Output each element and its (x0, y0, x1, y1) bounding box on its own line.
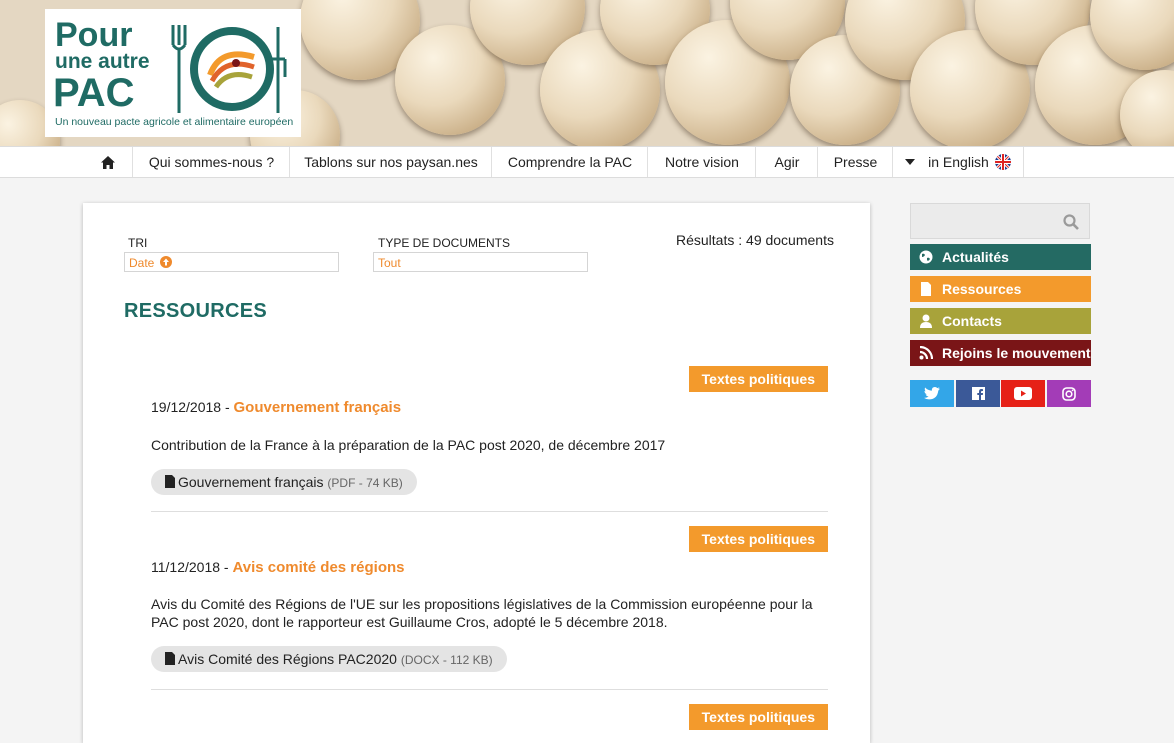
language-switch[interactable]: in English (892, 147, 1024, 177)
youtube-icon (1014, 387, 1032, 400)
file-download-pill[interactable]: Gouvernement français (PDF - 74 KB) (151, 469, 417, 495)
sort-label: TRI (128, 236, 148, 250)
site-logo[interactable]: Pour une autre PAC Un nouveau pacte agri… (45, 9, 301, 137)
category-badge[interactable]: Textes politiques (688, 366, 828, 392)
user-icon (920, 314, 932, 328)
file-name: Gouvernement français (178, 474, 324, 490)
resource-date: 11/12/2018 - (151, 559, 233, 575)
document-type-label: TYPE DE DOCUMENTS (378, 236, 511, 250)
document-type-select[interactable]: Tout (373, 252, 588, 272)
sidebar-button-label: Ressources (942, 281, 1022, 297)
youtube-link[interactable] (1001, 380, 1045, 407)
nav-item-agir[interactable]: Agir (755, 147, 818, 177)
nav-item-comprendre-la-pac[interactable]: Comprendre la PAC (491, 147, 648, 177)
sidebar-button-contacts[interactable]: Contacts (910, 308, 1091, 334)
header-banner: Pour une autre PAC Un nouveau pacte agri… (0, 0, 1174, 146)
resource-title-line: 19/12/2018 - Gouvernement français (151, 399, 401, 416)
rss-icon (919, 346, 933, 360)
nav-home[interactable] (83, 147, 132, 177)
file-name: Avis Comité des Régions PAC2020 (178, 651, 397, 667)
arrow-up-circle-icon (159, 256, 172, 268)
resource-description: Avis du Comité des Régions de l'UE sur l… (151, 596, 813, 630)
divider (151, 511, 828, 512)
nav-item-qui-sommes-nous[interactable]: Qui sommes-nous ? (132, 147, 290, 177)
divider (151, 689, 828, 690)
twitter-icon (924, 387, 940, 400)
home-icon (100, 155, 115, 169)
caret-down-icon (905, 159, 916, 165)
resources-panel: TRI Date TYPE DE DOCUMENTS Tout Résultat… (83, 203, 870, 743)
twitter-link[interactable] (910, 380, 954, 407)
main-nav: Qui sommes-nous ? Tablons sur nos paysan… (0, 146, 1174, 178)
search-icon[interactable] (1063, 214, 1079, 230)
sidebar-button-label: Contacts (942, 313, 1002, 329)
language-label: in English (928, 154, 989, 170)
sidebar-button-label: Rejoins le mouvement (942, 345, 1091, 361)
logo-text-pour: Pour (55, 16, 133, 54)
uk-flag-icon (994, 154, 1011, 170)
category-badge[interactable]: Textes politiques (688, 526, 828, 552)
facebook-icon (971, 387, 985, 400)
nav-item-notre-vision[interactable]: Notre vision (647, 147, 756, 177)
file-icon (165, 652, 175, 665)
sidebar-button-ressources[interactable]: Ressources (910, 276, 1091, 302)
resource-title-link[interactable]: Gouvernement français (234, 399, 402, 416)
file-meta: (PDF - 74 KB) (327, 476, 403, 490)
results-count: Résultats : 49 documents (676, 232, 834, 248)
file-download-pill[interactable]: Avis Comité des Régions PAC2020 (DOCX - … (151, 646, 507, 672)
file-icon (921, 282, 931, 296)
sidebar-button-rejoins[interactable]: Rejoins le mouvement (910, 340, 1091, 366)
nav-item-presse[interactable]: Presse (817, 147, 893, 177)
instagram-icon (1062, 386, 1076, 401)
nav-item-tablons[interactable]: Tablons sur nos paysan.nes (289, 147, 492, 177)
search-input[interactable] (910, 203, 1090, 239)
sort-value: Date (129, 256, 155, 270)
facebook-link[interactable] (956, 380, 1000, 407)
sidebar-button-actualites[interactable]: Actualités (910, 244, 1091, 270)
file-icon (165, 475, 175, 488)
logo-plate-icon (171, 25, 287, 113)
logo-tagline: Un nouveau pacte agricole et alimentaire… (55, 116, 294, 128)
resource-title-link[interactable]: Avis comité des régions (232, 559, 404, 576)
logo-text-pac: PAC (53, 71, 135, 115)
sort-select[interactable]: Date (124, 252, 339, 272)
logo-text-une-autre: une autre (55, 50, 150, 73)
file-meta: (DOCX - 112 KB) (400, 653, 493, 667)
page-title: RESSOURCES (124, 300, 268, 322)
globe-icon (919, 250, 933, 264)
instagram-link[interactable] (1047, 380, 1091, 407)
category-badge[interactable]: Textes politiques (688, 704, 828, 730)
sidebar-button-label: Actualités (942, 249, 1009, 265)
resource-date: 19/12/2018 - (151, 399, 234, 415)
resource-description: Contribution de la France à la préparati… (151, 437, 666, 453)
resource-title-line: 11/12/2018 - Avis comité des régions (151, 559, 405, 576)
